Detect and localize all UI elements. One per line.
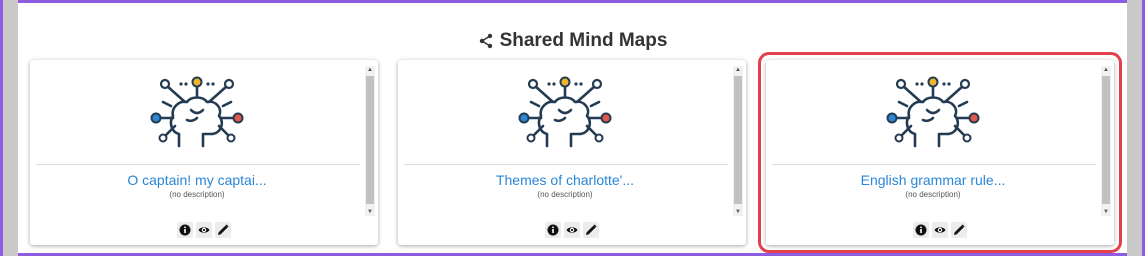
card-scrollbar[interactable]: ▲ ▼ [733, 66, 743, 216]
info-icon [547, 224, 559, 236]
card-actions [30, 222, 378, 238]
card-description: (no description) [905, 190, 961, 199]
card-title-link[interactable]: O captain! my captai... [30, 172, 364, 188]
pencil-icon [586, 224, 597, 235]
brain-network-icon [886, 76, 980, 148]
info-icon [915, 224, 927, 236]
view-button[interactable] [932, 222, 948, 238]
edit-button[interactable] [951, 222, 967, 238]
eye-icon [566, 227, 578, 233]
card-title-link[interactable]: Themes of charlotte'... [398, 172, 732, 188]
info-button[interactable] [913, 222, 929, 238]
edit-button[interactable] [215, 222, 231, 238]
card-thumbnail[interactable] [398, 74, 732, 152]
scroll-up-arrow-icon[interactable]: ▲ [733, 66, 743, 74]
card-thumbnail[interactable] [30, 74, 364, 152]
card-description: (no description) [537, 190, 593, 199]
left-frame [0, 0, 18, 256]
pencil-icon [954, 224, 965, 235]
scroll-down-arrow-icon[interactable]: ▼ [733, 208, 743, 216]
card-scrollbar[interactable]: ▲ ▼ [365, 66, 375, 216]
card-actions [398, 222, 746, 238]
eye-icon [198, 227, 210, 233]
shared-mind-maps-panel: Shared Mind Maps O captain! my captai...… [18, 3, 1127, 253]
view-button[interactable] [196, 222, 212, 238]
card-divider [404, 164, 728, 165]
info-button[interactable] [177, 222, 193, 238]
view-button[interactable] [564, 222, 580, 238]
section-title: Shared Mind Maps [499, 30, 668, 51]
scroll-thumb[interactable] [366, 76, 374, 204]
scroll-up-arrow-icon[interactable]: ▲ [365, 66, 375, 74]
scroll-thumb[interactable] [734, 76, 742, 204]
mind-map-card[interactable]: O captain! my captai... (no description)… [30, 60, 378, 245]
scroll-down-arrow-icon[interactable]: ▼ [1101, 208, 1111, 216]
scroll-down-arrow-icon[interactable]: ▼ [365, 208, 375, 216]
card-divider [772, 164, 1096, 165]
card-thumbnail[interactable] [766, 74, 1100, 152]
info-icon [179, 224, 191, 236]
pencil-icon [218, 224, 229, 235]
mind-map-card[interactable]: English grammar rule... (no description)… [758, 52, 1122, 253]
card-actions [766, 222, 1114, 238]
card-description: (no description) [169, 190, 225, 199]
right-frame [1127, 0, 1145, 256]
eye-icon [934, 227, 946, 233]
brain-network-icon [518, 76, 612, 148]
info-button[interactable] [545, 222, 561, 238]
card-scrollbar[interactable]: ▲ ▼ [1101, 66, 1111, 216]
section-heading: Shared Mind Maps [18, 27, 1127, 55]
scroll-thumb[interactable] [1102, 76, 1110, 204]
card-title-link[interactable]: English grammar rule... [766, 172, 1100, 188]
brain-network-icon [150, 76, 244, 148]
share-icon [479, 33, 492, 49]
scroll-up-arrow-icon[interactable]: ▲ [1101, 66, 1111, 74]
edit-button[interactable] [583, 222, 599, 238]
mind-map-card[interactable]: Themes of charlotte'... (no description)… [398, 60, 746, 245]
card-divider [36, 164, 360, 165]
